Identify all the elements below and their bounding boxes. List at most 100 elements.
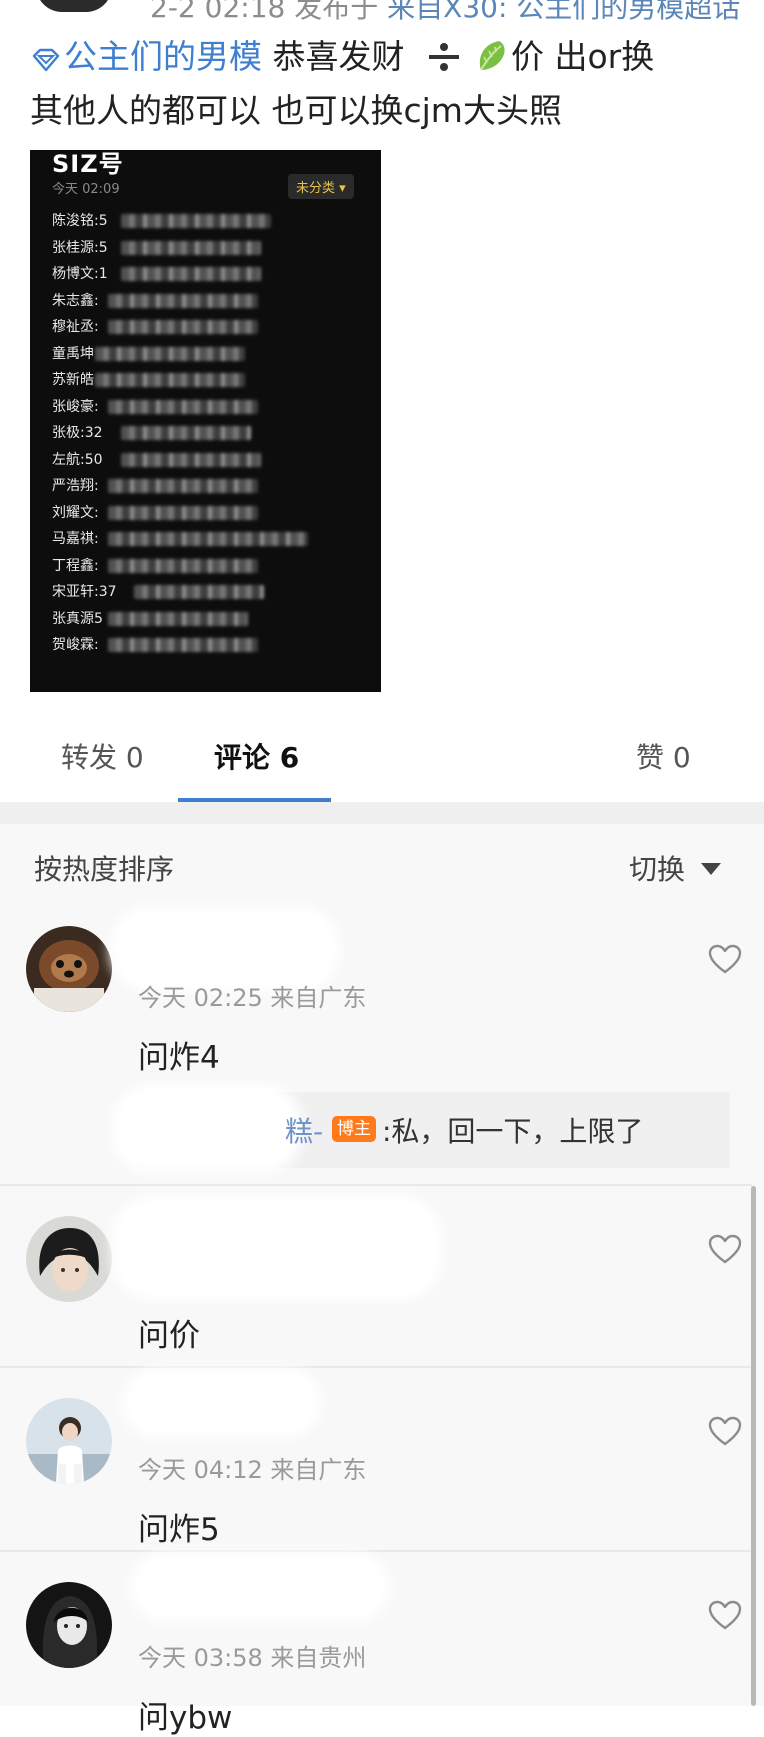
person-avatar-image: [26, 1582, 112, 1668]
blurred-value: [95, 373, 245, 387]
reply-username-redaction: [112, 1084, 302, 1174]
blurred-value: [121, 426, 251, 440]
comment-text: 问炸4: [138, 1040, 220, 1076]
tab-likes[interactable]: 赞 0: [636, 736, 691, 776]
comment-text: 问ybw: [138, 1700, 233, 1736]
blurred-value: [121, 452, 261, 467]
post-image[interactable]: SIZ号 今天 02:09 未分类 ▾ 陈浚铭:5 张桂源:5 杨博文:1 朱志鑫: 穆…: [30, 150, 381, 692]
blurred-value: [134, 585, 264, 599]
scrollbar[interactable]: [751, 1186, 756, 1706]
comment-meta: 今天 02:25 来自广东: [138, 984, 367, 1012]
note-row-label: 苏新皓: [52, 372, 94, 388]
like-icon[interactable]: [708, 1416, 742, 1446]
blurred-value: [108, 558, 258, 573]
note-row-label: 刘耀文:: [52, 504, 99, 521]
note-row: 陈浚铭:5: [52, 210, 271, 232]
author-avatar[interactable]: [36, 0, 112, 12]
note-row: 张峻豪:: [52, 396, 258, 418]
comment-text: 问炸5: [138, 1512, 220, 1548]
like-icon[interactable]: [708, 1234, 742, 1264]
note-date: 今天 02:09: [52, 182, 120, 197]
comment-item: 问价: [0, 1186, 752, 1368]
comment-item: 今天 03:58 来自贵州 问ybw: [0, 1552, 752, 1736]
section-divider: [0, 802, 764, 824]
note-row-label: 左航:50: [52, 451, 103, 468]
sort-bar: 按热度排序 切换: [0, 824, 764, 914]
person-avatar-image: [26, 1398, 112, 1484]
note-row: 张真源5: [52, 608, 248, 630]
note-row-label: 穆祉丞:: [52, 319, 99, 335]
caret-down-icon[interactable]: [700, 862, 722, 876]
dog-avatar-image: [26, 926, 112, 1012]
tab-reposts[interactable]: 转发 0: [61, 736, 144, 776]
post-source-link[interactable]: 来自X30: 公主们的男模超话: [387, 0, 740, 24]
blurred-value: [108, 532, 308, 546]
blurred-value: [121, 267, 261, 281]
note-row: 马嘉祺:: [52, 528, 308, 550]
note-row-label: 张峻豪:: [52, 398, 99, 415]
note-row-label: 张极:32: [52, 425, 103, 441]
post-line1-text: 恭喜发财: [272, 37, 405, 76]
like-icon[interactable]: [708, 1600, 742, 1630]
note-row: 穆祉丞:: [52, 316, 258, 338]
note-row: 严浩翔:: [52, 475, 258, 497]
lettuce-icon: [479, 41, 505, 71]
divide-icon: [429, 43, 459, 71]
note-category-chip: 未分类 ▾: [288, 174, 354, 199]
note-row: 左航:50: [52, 449, 261, 471]
blurred-value: [121, 240, 261, 255]
post-line2-text: 其他人的都可以 也可以换cjm大头照: [30, 91, 562, 130]
like-icon[interactable]: [708, 944, 742, 974]
note-row: 张极:32: [52, 422, 251, 444]
comment-item: 今天 04:12 来自广东 问炸5: [0, 1368, 752, 1552]
comment-text: 问价: [138, 1318, 200, 1354]
commenter-avatar[interactable]: [26, 1216, 112, 1302]
note-row-label: 丁程鑫:: [52, 557, 99, 574]
blurred-value: [108, 611, 248, 626]
note-row-label: 杨博文:1: [52, 266, 108, 282]
note-row-label: 严浩翔:: [52, 478, 99, 494]
note-row-label: 陈浚铭:5: [52, 213, 108, 229]
note-row: 朱志鑫:: [52, 290, 258, 312]
person-avatar-image: [26, 1216, 112, 1302]
note-row: 杨博文:1: [52, 263, 261, 285]
post-line1-suffix: 价 出or换: [511, 37, 655, 76]
commenter-avatar[interactable]: [26, 1582, 112, 1668]
comment-item: 今天 02:25 来自广东 问炸4 糕- 博主 :私，回一下，上限了: [0, 906, 752, 1186]
blurred-value: [121, 214, 271, 228]
reply-text: :私，回一下，上限了: [382, 1115, 644, 1148]
note-row-label: 宋亚轩:37: [52, 584, 117, 600]
commenter-avatar[interactable]: [26, 926, 112, 1012]
post-meta: 2-2 02:18 发布于 来自X30: 公主们的男模超话: [150, 0, 740, 26]
topic-link[interactable]: 公主们的男模: [30, 37, 273, 76]
comment-meta: 今天 03:58 来自贵州: [138, 1644, 367, 1672]
blurred-value: [108, 505, 258, 520]
username-redaction: [122, 1368, 322, 1438]
blurred-value: [108, 399, 258, 414]
reply-author-link[interactable]: 糕-: [285, 1110, 323, 1150]
comment-list: 今天 02:25 来自广东 问炸4 糕- 博主 :私，回一下，上限了 问价 今天…: [0, 906, 764, 1736]
author-badge: 博主: [332, 1116, 376, 1142]
note-row: 张桂源:5: [52, 237, 261, 259]
switch-sort-button[interactable]: 切换: [629, 848, 685, 888]
note-row: 刘耀文:: [52, 502, 258, 524]
note-row-label: 贺峻霖:: [52, 637, 99, 653]
note-title: SIZ号: [52, 150, 124, 178]
note-row-label: 张桂源:5: [52, 239, 108, 256]
note-row: 苏新皓: [52, 369, 245, 391]
sort-by-hot-label[interactable]: 按热度排序: [34, 848, 174, 888]
blurred-value: [95, 346, 245, 361]
post-time: 2-2 02:18 发布于: [150, 0, 379, 24]
note-row: 童禹坤: [52, 343, 245, 365]
blurred-value: [108, 320, 258, 334]
post-text: 公主们的男模 恭喜发财 价 出or换 其他人的都可以 也可以换cjm大头照: [30, 30, 750, 138]
note-row-label: 张真源5: [52, 610, 103, 627]
note-row: 贺峻霖:: [52, 634, 258, 656]
note-row-label: 朱志鑫:: [52, 292, 99, 309]
interaction-tabs: 转发 0 评论 6 赞 0: [0, 706, 764, 802]
note-row: 丁程鑫:: [52, 555, 258, 577]
username-redaction: [130, 1552, 390, 1622]
tab-comments[interactable]: 评论 6: [214, 736, 299, 776]
commenter-avatar[interactable]: [26, 1398, 112, 1484]
diamond-icon: [32, 48, 60, 72]
